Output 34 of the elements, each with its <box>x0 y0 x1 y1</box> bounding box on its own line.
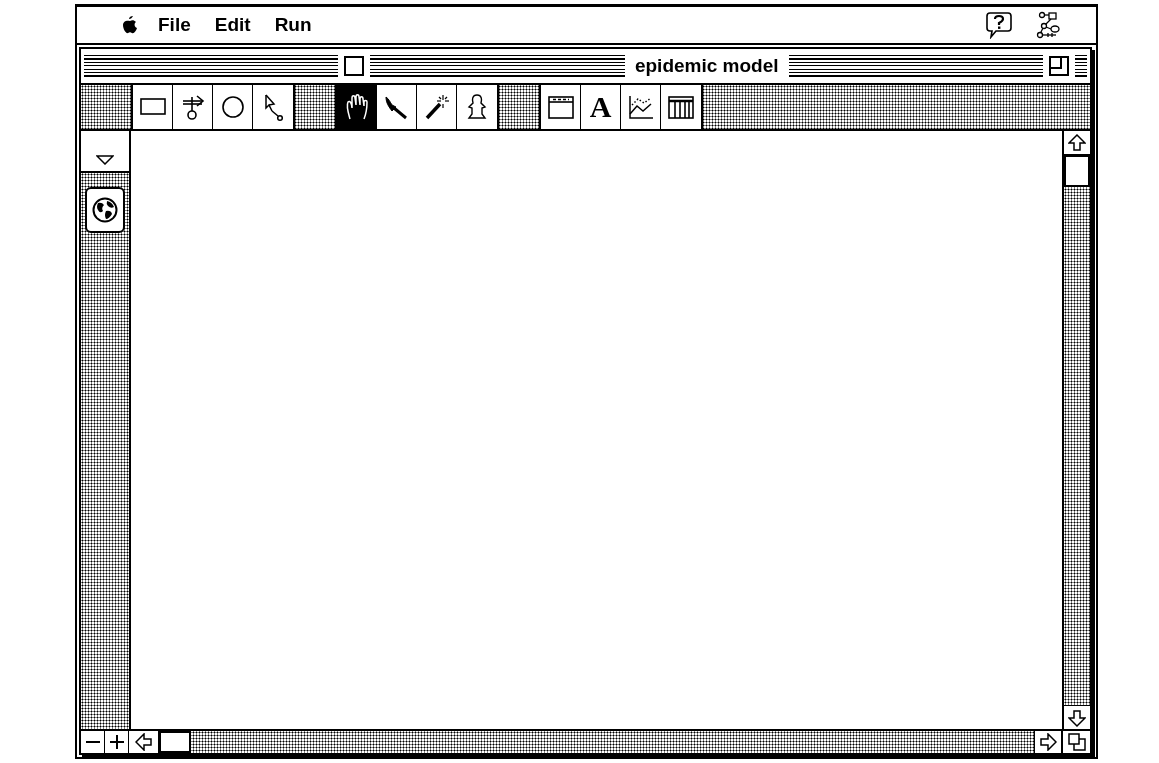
window-tool-button[interactable] <box>541 85 581 129</box>
down-arrow-icon[interactable] <box>1068 708 1086 727</box>
rectangle-tool-button[interactable] <box>133 85 173 129</box>
window-title: epidemic model <box>633 55 780 77</box>
globe-button[interactable] <box>85 187 125 233</box>
right-arrow-icon[interactable] <box>1039 733 1057 751</box>
text-tool-button[interactable]: A <box>581 85 621 129</box>
close-box[interactable] <box>344 56 365 76</box>
help-icon[interactable] <box>986 11 1012 39</box>
left-arrow-icon[interactable] <box>134 733 153 751</box>
menu-item[interactable]: Edit <box>202 14 263 35</box>
globe-icon <box>92 197 118 223</box>
graph-tool-button[interactable] <box>621 85 661 129</box>
horizontal-scroll-thumb[interactable] <box>159 731 191 753</box>
zoom-box[interactable] <box>1049 56 1069 76</box>
triangle-icon[interactable] <box>96 155 114 165</box>
connector-tool-button[interactable] <box>253 85 293 129</box>
menu-item[interactable]: Run <box>262 14 324 35</box>
diagram-icon[interactable] <box>1036 11 1060 39</box>
up-arrow-icon[interactable] <box>1068 133 1086 152</box>
zoom-out-icon[interactable] <box>85 740 100 744</box>
hand-tool-button[interactable] <box>337 85 377 129</box>
menu-item[interactable]: File <box>146 14 203 35</box>
scroll-thumb[interactable] <box>1064 155 1090 187</box>
zoom-in-icon[interactable] <box>109 735 124 749</box>
table-tool-button[interactable] <box>661 85 701 129</box>
flow-tool-button[interactable] <box>173 85 213 129</box>
apple-icon[interactable] <box>122 15 138 35</box>
ghost-tool-button[interactable] <box>457 85 497 129</box>
brush-tool-button[interactable] <box>377 85 417 129</box>
title-bar-stripes <box>1075 54 1087 78</box>
size-box-icon[interactable] <box>1067 733 1086 751</box>
circle-tool-button[interactable] <box>213 85 253 129</box>
wand-tool-button[interactable] <box>417 85 457 129</box>
